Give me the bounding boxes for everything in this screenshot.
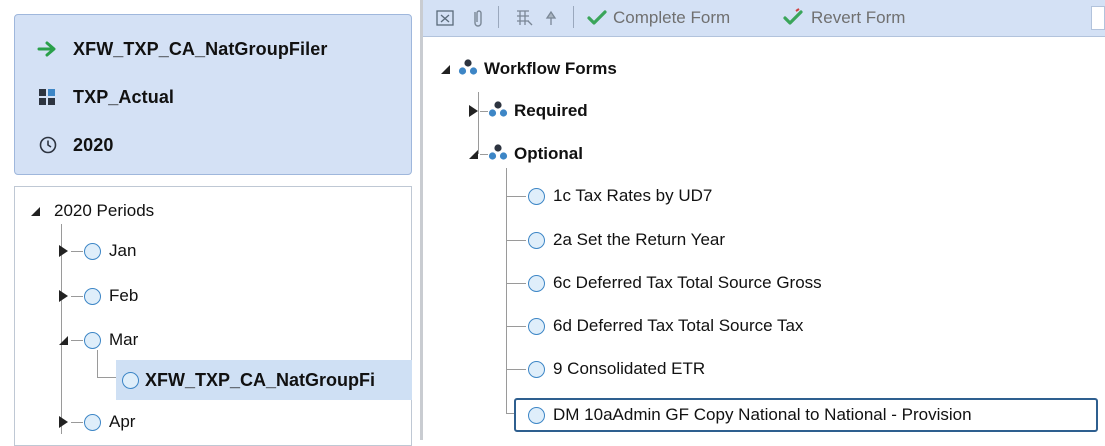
expanded-triangle-icon[interactable] [438,62,452,76]
tree-line [506,196,526,197]
splitter[interactable] [420,0,423,440]
tree-node-label: Feb [109,286,139,305]
form-tree-root-label: Workflow Forms [484,59,617,78]
expanded-triangle-icon[interactable] [28,204,42,218]
collapsed-triangle-icon[interactable] [56,289,70,303]
tree-line [506,283,526,284]
complete-form-label: Complete Form [613,8,731,27]
pov-scenario-label: TXP_Actual [73,86,175,107]
pov-time[interactable]: 2020 [37,133,113,157]
form-item[interactable]: 9 Consolidated ETR [528,356,705,382]
form-status-icon [528,187,545,205]
period-node-icon [84,331,101,349]
workflow-node-icon [122,371,139,389]
form-group-icon [488,143,508,166]
tree-line [506,413,514,414]
revert-check-icon [783,8,803,25]
expanded-triangle-icon[interactable] [56,333,70,347]
cube-icon [37,86,59,108]
tree-line [506,326,526,327]
form-item[interactable]: 6c Deferred Tax Total Source Gross [528,270,822,296]
form-item-label: 2a Set the Return Year [553,230,726,249]
period-node-icon [84,413,101,431]
form-item[interactable]: 6d Deferred Tax Total Source Tax [528,313,803,339]
toolbar-separator [498,6,499,28]
arrow-right-icon [37,38,59,60]
collapsed-triangle-icon[interactable] [56,415,70,429]
pov-workflow-label: XFW_TXP_CA_NatGroupFiler [73,38,328,59]
app-window: XFW_TXP_CA_NatGroupFiler TXP_Actual 2020 [0,0,1105,446]
form-group-icon [458,58,478,81]
tree-line [97,350,98,378]
tree-node-label: XFW_TXP_CA_NatGroupFi [145,369,376,390]
tree-line [506,168,507,413]
form-toolbar: Complete Form Revert Form [423,0,1105,37]
period-node-icon [84,287,101,305]
form-status-icon [528,317,545,335]
period-tree [14,186,412,446]
form-group-label: Optional [514,144,583,163]
form-group-label: Required [514,101,588,120]
form-status-icon [528,231,545,249]
tree-node-mar[interactable]: Mar [56,328,138,352]
revert-form-label: Revert Form [811,8,906,27]
form-item-label: 6d Deferred Tax Total Source Tax [553,316,804,335]
tree-line [97,377,117,378]
checkmark-icon [587,10,607,25]
period-node-icon [84,242,101,260]
form-status-icon [528,360,545,378]
excel-export-icon[interactable] [435,6,455,30]
pin-icon[interactable] [545,6,557,30]
expanded-triangle-icon[interactable] [466,147,480,161]
form-tree-root[interactable]: Workflow Forms [438,56,617,82]
toolbar-separator [573,6,574,28]
form-group-required[interactable]: Required [466,98,588,124]
form-item-label: 6c Deferred Tax Total Source Gross [553,273,822,292]
form-item-label: 1c Tax Rates by UD7 [553,186,713,205]
revert-form-button[interactable]: Revert Form [783,6,905,30]
grid-icon[interactable] [515,6,533,30]
tree-node-label: Jan [109,241,137,260]
tree-node-selected-workflow[interactable]: XFW_TXP_CA_NatGroupFi [116,360,412,400]
tree-line [506,240,526,241]
pov-time-label: 2020 [73,134,114,155]
tree-node-label: Mar [109,330,139,349]
tree-node-apr[interactable]: Apr [56,410,135,434]
form-status-icon [528,406,545,424]
complete-form-button[interactable]: Complete Form [587,6,730,30]
form-item[interactable]: 2a Set the Return Year [528,227,725,253]
pov-scenario[interactable]: TXP_Actual [37,85,174,109]
form-group-optional[interactable]: Optional [466,141,583,167]
collapsed-triangle-icon[interactable] [466,104,480,118]
tree-node-label: Apr [109,412,136,431]
tree-node-root[interactable]: 2020 Periods [28,199,154,223]
form-item-label: DM 10aAdmin GF Copy National to National… [553,405,972,424]
pov-panel: XFW_TXP_CA_NatGroupFiler TXP_Actual 2020 [14,14,412,175]
pov-workflow[interactable]: XFW_TXP_CA_NatGroupFiler [37,37,327,61]
form-group-icon [488,100,508,123]
tree-node-label: 2020 Periods [54,201,155,220]
form-item-selected[interactable]: DM 10aAdmin GF Copy National to National… [528,402,972,428]
toolbar-overflow[interactable] [1091,6,1105,30]
collapsed-triangle-icon[interactable] [56,244,70,258]
form-item[interactable]: 1c Tax Rates by UD7 [528,183,712,209]
form-item-label: 9 Consolidated ETR [553,359,706,378]
tree-node-jan[interactable]: Jan [56,239,136,263]
form-status-icon [528,274,545,292]
tree-node-feb[interactable]: Feb [56,284,138,308]
tree-line [506,369,526,370]
clock-icon [37,134,59,156]
attachment-icon[interactable] [471,6,485,30]
